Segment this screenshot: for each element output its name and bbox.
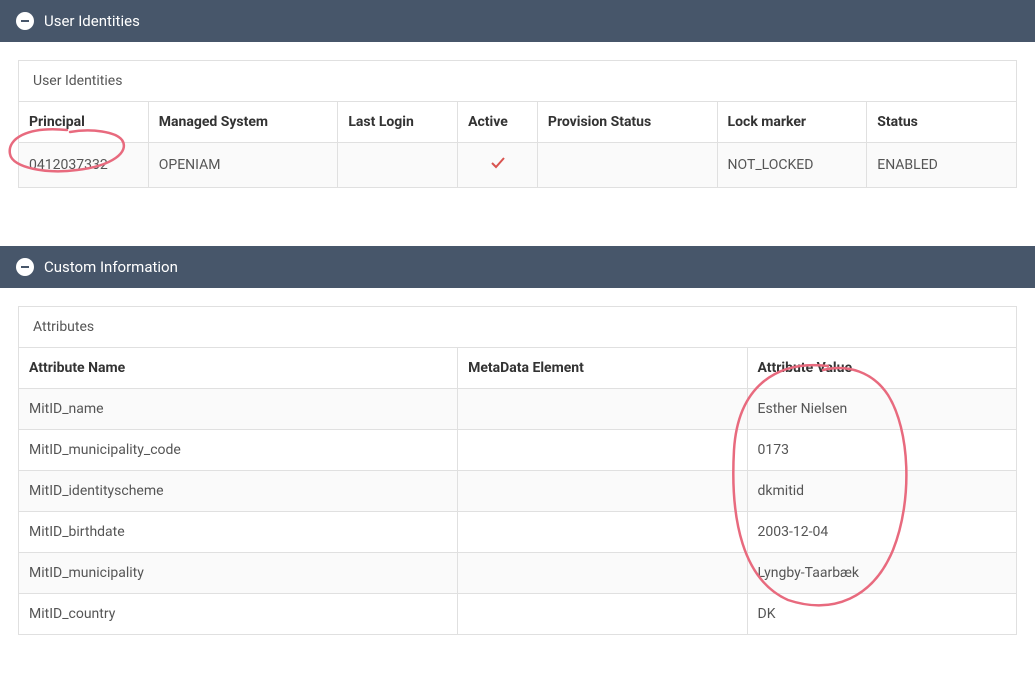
cell-meta [458,389,747,430]
user-identities-header[interactable]: User Identities [0,0,1035,42]
col-attribute-value: Attribute Value [747,348,1016,389]
table-row: MitID_birthdate 2003-12-04 [19,512,1017,553]
cell-value: Esther Nielsen [747,389,1016,430]
cell-status: ENABLED [867,143,1017,188]
custom-information-body: Attributes Attribute Name MetaData Eleme… [0,288,1035,653]
cell-managed-system: OPENIAM [148,143,338,188]
cell-value: Lyngby-Taarbæk [747,553,1016,594]
identities-table: Principal Managed System Last Login Acti… [18,101,1017,188]
col-provision-status: Provision Status [537,102,717,143]
check-icon [490,155,506,171]
table-row: MitID_municipality Lyngby-Taarbæk [19,553,1017,594]
cell-name: MitID_name [19,389,458,430]
cell-last-login [338,143,458,188]
collapse-icon [16,258,34,276]
col-active: Active [458,102,538,143]
attributes-subheader: Attributes [18,306,1017,347]
cell-principal: 0412037332 [19,143,149,188]
cell-meta [458,471,747,512]
table-row: MitID_identityscheme dkmitid [19,471,1017,512]
cell-meta [458,553,747,594]
col-lock-marker: Lock marker [717,102,867,143]
cell-active [458,143,538,188]
col-last-login: Last Login [338,102,458,143]
table-header-row: Attribute Name MetaData Element Attribut… [19,348,1017,389]
cell-lock-marker: NOT_LOCKED [717,143,867,188]
panel-title: Custom Information [44,258,178,276]
cell-meta [458,512,747,553]
cell-value: 0173 [747,430,1016,471]
cell-name: MitID_municipality [19,553,458,594]
cell-name: MitID_country [19,594,458,635]
identities-subheader: User Identities [18,60,1017,101]
cell-name: MitID_municipality_code [19,430,458,471]
user-identities-panel: User Identities User Identities Principa… [0,0,1035,206]
user-identities-body: User Identities Principal Managed System… [0,42,1035,206]
table-row: MitID_name Esther Nielsen [19,389,1017,430]
col-metadata-element: MetaData Element [458,348,747,389]
table-row: MitID_country DK [19,594,1017,635]
cell-name: MitID_identityscheme [19,471,458,512]
collapse-icon [16,12,34,30]
table-row: 0412037332 OPENIAM NOT_LOCKED ENABLED [19,143,1017,188]
col-status: Status [867,102,1017,143]
cell-value: dkmitid [747,471,1016,512]
custom-information-header[interactable]: Custom Information [0,246,1035,288]
custom-information-panel: Custom Information Attributes Attribute … [0,246,1035,653]
cell-value: DK [747,594,1016,635]
cell-name: MitID_birthdate [19,512,458,553]
cell-meta [458,430,747,471]
table-header-row: Principal Managed System Last Login Acti… [19,102,1017,143]
table-row: MitID_municipality_code 0173 [19,430,1017,471]
panel-title: User Identities [44,12,140,30]
col-principal: Principal [19,102,149,143]
col-managed-system: Managed System [148,102,338,143]
attributes-table: Attribute Name MetaData Element Attribut… [18,347,1017,635]
cell-value: 2003-12-04 [747,512,1016,553]
cell-provision-status [537,143,717,188]
cell-meta [458,594,747,635]
col-attribute-name: Attribute Name [19,348,458,389]
